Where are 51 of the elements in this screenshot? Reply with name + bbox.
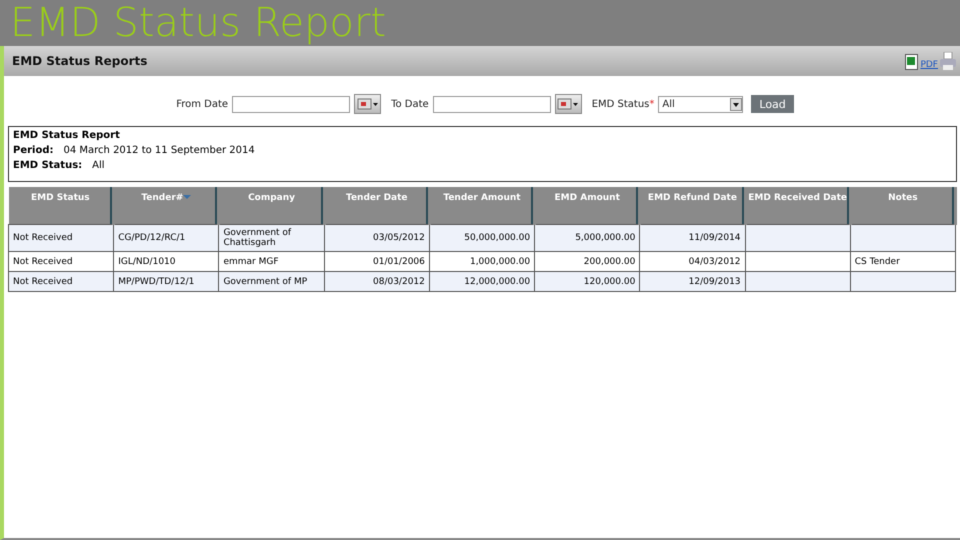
to-date-field[interactable] xyxy=(432,96,551,112)
calendar-button[interactable] xyxy=(554,94,582,114)
column-header[interactable]: EMD Amount xyxy=(534,187,640,224)
summary-value: 04 March 2012 to 11 September 2014 xyxy=(64,145,255,156)
table-cell: 08/03/2012 xyxy=(324,272,430,292)
table-cell: 01/01/2006 xyxy=(324,252,430,272)
pdf-link[interactable]: PDF xyxy=(920,60,938,70)
column-header[interactable]: EMD Refund Date xyxy=(640,187,746,224)
table-cell: 03/05/2012 xyxy=(324,224,430,252)
table-cell: 04/03/2012 xyxy=(640,252,746,272)
column-header[interactable]: Tender Amount xyxy=(429,187,535,224)
table-cell: 12,000,000.00 xyxy=(429,272,535,292)
calendar-button[interactable] xyxy=(354,94,382,114)
table-cell: Not Received xyxy=(8,224,114,252)
table-cell: 11/09/2014 xyxy=(640,224,746,252)
table-cell: Not Received xyxy=(8,272,114,292)
column-header[interactable]: Tender Date xyxy=(324,187,430,224)
spreadsheet-icon[interactable] xyxy=(905,54,918,70)
load-button[interactable]: Load xyxy=(751,95,794,113)
table-cell: IGL/ND/1010 xyxy=(114,252,219,272)
panel-title: EMD Status Reports xyxy=(12,54,148,68)
table-cell: 12/09/2013 xyxy=(640,272,746,292)
summary-label: Period: xyxy=(13,145,54,156)
slide-title: EMD Status Report xyxy=(10,0,388,46)
table-cell: Government of MP xyxy=(218,272,324,292)
table-cell: CG/PD/12/RC/1 xyxy=(114,224,219,252)
table-cell: CS Tender xyxy=(850,252,956,272)
column-header[interactable]: EMD Received Date xyxy=(745,187,850,224)
column-header[interactable]: Company xyxy=(218,187,324,224)
from-date-field[interactable] xyxy=(232,96,350,112)
table-cell: 120,000.00 xyxy=(534,272,640,292)
table-cell: 5,000,000.00 xyxy=(534,224,640,252)
table-cell: Not Received xyxy=(8,252,114,272)
summary-value: All xyxy=(92,160,105,171)
from-date-label: From Date xyxy=(176,98,228,110)
printer-icon[interactable] xyxy=(940,52,956,70)
status-label: EMD Status* xyxy=(592,98,654,110)
table-cell: 1,000,000.00 xyxy=(429,252,535,272)
sort-caret-icon xyxy=(183,194,192,200)
column-header[interactable]: Notes xyxy=(850,187,956,224)
table-cell: emmar MGF xyxy=(218,252,324,272)
table-cell: 50,000,000.00 xyxy=(429,224,535,252)
table-cell: 200,000.00 xyxy=(534,252,640,272)
column-header[interactable]: EMD Status xyxy=(8,187,114,224)
status-dropdown[interactable]: All xyxy=(658,96,744,112)
column-header[interactable]: Tender# xyxy=(114,187,219,224)
table-cell: MP/PWD/TD/12/1 xyxy=(114,272,219,292)
to-date-label: To Date xyxy=(391,98,429,110)
report-title: EMD Status Report xyxy=(13,130,121,141)
table-cell: Government of Chattisgarh xyxy=(218,224,324,252)
summary-label: EMD Status: xyxy=(13,160,82,171)
